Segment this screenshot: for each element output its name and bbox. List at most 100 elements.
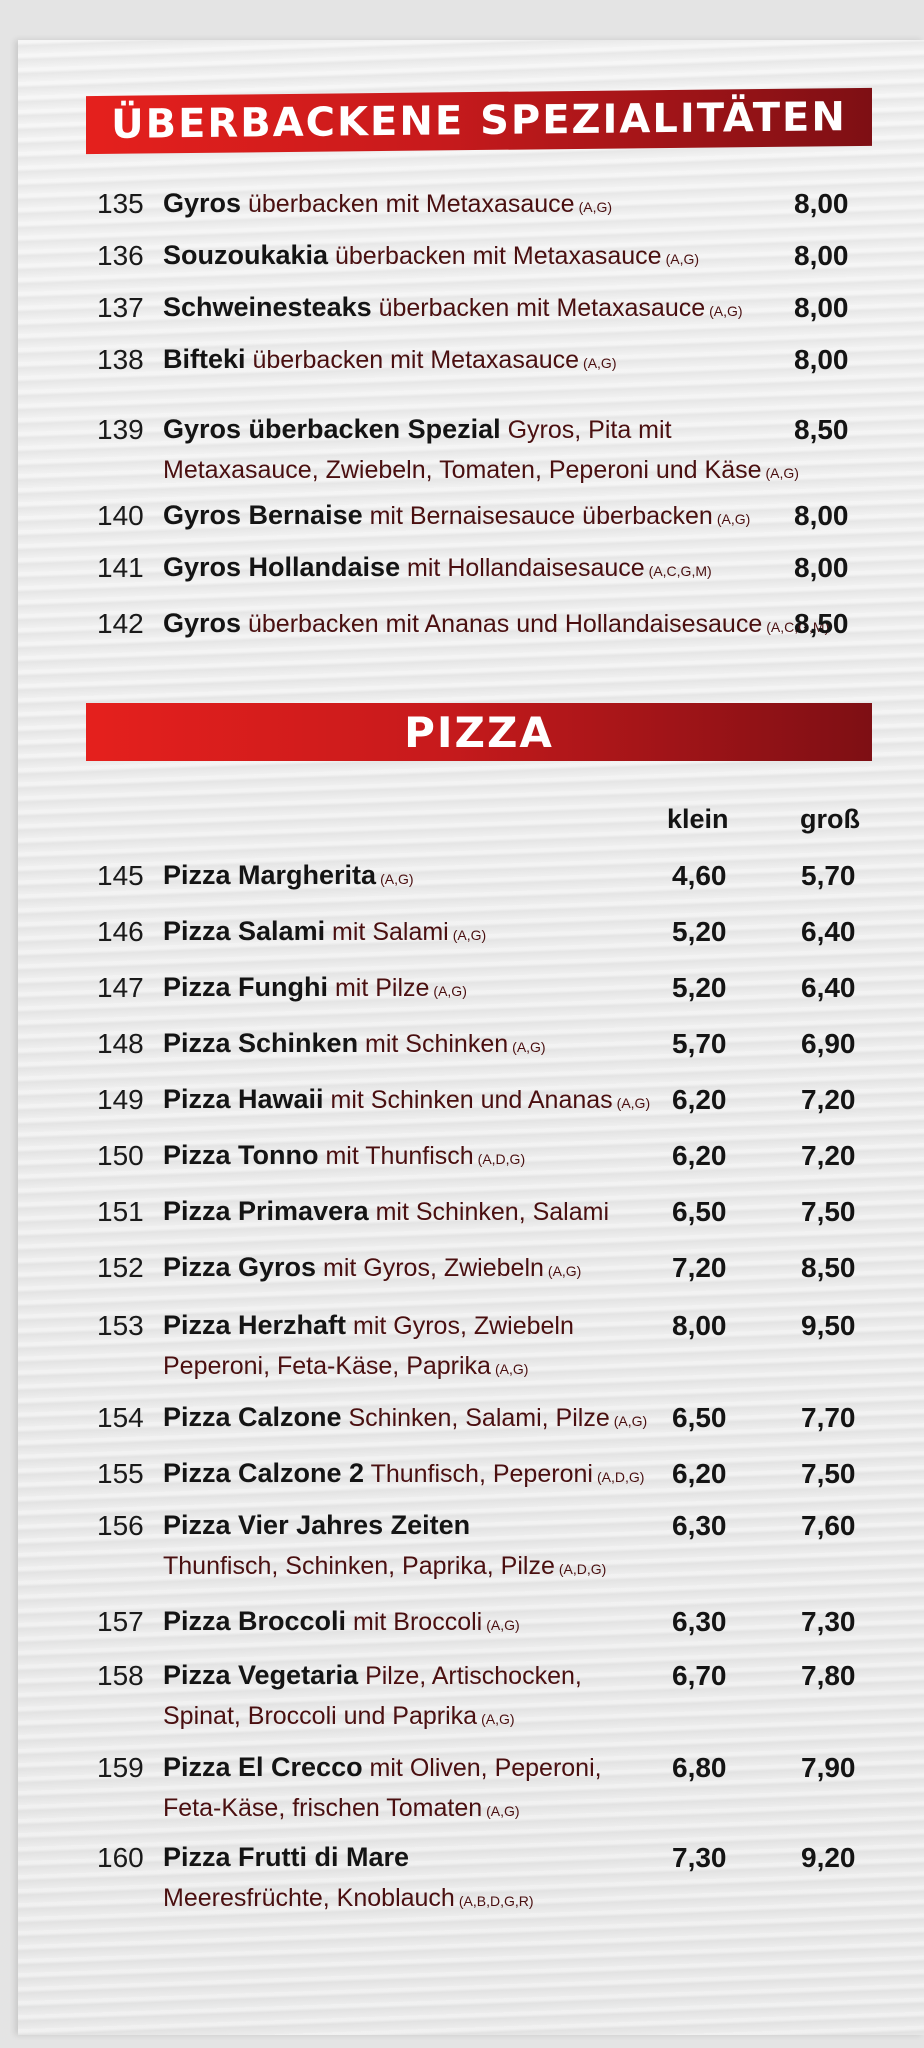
item-allergens: (A,G) (665, 251, 700, 267)
item-number: 150 (97, 1140, 144, 1171)
item-allergens: (A,G) (481, 1711, 515, 1727)
item-name: Gyros (163, 188, 242, 218)
item-description: überbacken mit Metaxasauce (378, 294, 706, 322)
menu-item: 141 Gyros Hollandaise mit Hollandaisesauc… (0, 552, 924, 592)
item-description: überbacken mit Metaxasauce (252, 346, 580, 374)
item-allergens: (A,D,G) (596, 1469, 645, 1485)
item-description-line: Gyros überbacken Spezial Gyros, Pita mit (163, 414, 672, 445)
item-description: mit Oliven, Peperoni, (369, 1754, 602, 1782)
item-price: 8,00 (794, 292, 849, 323)
menu-item: 138 Bifteki überbacken mit Metaxasauce (A,… (0, 344, 924, 384)
price-small: 7,30 (672, 1842, 727, 1873)
item-number: 148 (97, 1028, 144, 1059)
item-price: 8,50 (794, 608, 849, 639)
item-name: Pizza El Crecco (163, 1752, 363, 1782)
item-description: mit Salami (332, 918, 449, 946)
item-description-line: Pizza Frutti di Mare (163, 1842, 409, 1873)
item-name: Pizza Herzhaft (163, 1310, 347, 1340)
item-allergens: (A,G) (578, 199, 613, 215)
item-description: mit Thunfisch (325, 1142, 474, 1170)
item-description: mit Gyros, Zwiebeln (353, 1312, 574, 1340)
price-large: 8,50 (801, 1252, 856, 1283)
item-description-line: Pizza Schinken mit Schinken (A,G) (163, 1028, 546, 1059)
menu-item: 147 Pizza Funghi mit Pilze (A,G) 5,20 6,40 (0, 972, 924, 1012)
item-description-line-2: Spinat, Broccoli und Paprika (A,G) (163, 1702, 515, 1731)
price-small: 6,20 (672, 1084, 727, 1115)
item-description: überbacken mit Ananas und Hollandaisesau… (248, 610, 763, 638)
menu-item: 152 Pizza Gyros mit Gyros, Zwiebeln (A,G) 7… (0, 1252, 924, 1292)
item-number: 137 (97, 292, 144, 323)
price-small: 6,50 (672, 1196, 727, 1227)
menu-item: 146 Pizza Salami mit Salami (A,G) 5,20 6,40 (0, 916, 924, 956)
item-description-line: Pizza Calzone Schinken, Salami, Pilze (A,… (163, 1402, 647, 1433)
item-description-line: Gyros überbacken mit Ananas und Hollanda… (163, 608, 829, 639)
item-allergens: (A,G) (512, 1039, 546, 1055)
price-small: 6,80 (672, 1752, 727, 1783)
item-price: 8,00 (794, 500, 849, 531)
item-name: Gyros (163, 608, 242, 638)
item-number: 140 (97, 500, 144, 531)
menu-item: 137 Schweinesteaks überbacken mit Metaxas… (0, 292, 924, 332)
section-title-specials: ÜBERBACKENE SPEZIALITÄTEN (111, 94, 847, 148)
price-large: 7,50 (801, 1458, 856, 1489)
item-number: 139 (97, 414, 144, 445)
item-description: Pilze, Artischocken, (365, 1662, 582, 1690)
item-name: Pizza Calzone (163, 1402, 342, 1432)
item-description-line: Pizza Salami mit Salami (A,G) (163, 916, 486, 947)
item-description: mit Schinken, Salami (375, 1198, 610, 1226)
item-number: 147 (97, 972, 144, 1003)
item-name: Gyros Bernaise (163, 500, 363, 530)
price-large: 7,50 (801, 1196, 856, 1227)
menu-item: 140 Gyros Bernaise mit Bernaisesauce über… (0, 500, 924, 540)
menu-item: 159 Pizza El Crecco mit Oliven, Peperoni,… (0, 1752, 924, 1822)
item-description-line: Pizza Gyros mit Gyros, Zwiebeln (A,G) (163, 1252, 581, 1283)
price-large: 7,20 (801, 1084, 856, 1115)
item-description-line: Pizza Herzhaft mit Gyros, Zwiebeln (163, 1310, 574, 1341)
item-number: 151 (97, 1196, 144, 1227)
item-name: Gyros überbacken Spezial (163, 414, 501, 444)
item-description-line: Gyros Hollandaise mit Hollandaisesauce (A… (163, 552, 712, 583)
item-description: überbacken mit Metaxasauce (248, 190, 575, 218)
item-description-line-2: Meeresfrüchte, Knoblauch (A,B,D,G,R) (163, 1884, 534, 1913)
item-description-line: Pizza Primavera mit Schinken, Salami (163, 1196, 609, 1227)
item-number: 142 (97, 608, 144, 639)
item-name: Schweinesteaks (163, 292, 372, 322)
item-description-line: Pizza Calzone 2 Thunfisch, Peperoni (A,D,… (163, 1458, 644, 1489)
item-number: 159 (97, 1752, 144, 1783)
price-large: 7,20 (801, 1140, 856, 1171)
item-description-line: Bifteki überbacken mit Metaxasauce (A,G) (163, 344, 617, 375)
item-name: Gyros Hollandaise (163, 552, 401, 582)
item-description-line-2: Feta-Käse, frischen Tomaten (A,G) (163, 1794, 520, 1823)
item-description-line: Pizza Funghi mit Pilze (A,G) (163, 972, 467, 1003)
item-number: 149 (97, 1084, 144, 1115)
menu-item: 149 Pizza Hawaii mit Schinken und Ananas(… (0, 1084, 924, 1124)
price-large: 6,40 (801, 972, 856, 1003)
menu-item: 153 Pizza Herzhaft mit Gyros, Zwiebeln Pep… (0, 1310, 924, 1380)
item-name: Pizza Broccoli (163, 1606, 347, 1636)
item-allergens: (A,G) (709, 303, 743, 319)
item-name: Pizza Frutti di Mare (163, 1842, 410, 1872)
price-small: 6,30 (672, 1606, 727, 1637)
item-number: 152 (97, 1252, 144, 1283)
item-allergens: (A,G) (616, 1095, 651, 1111)
price-large: 9,50 (801, 1310, 856, 1341)
item-description-2: Peperoni, Feta-Käse, Paprika (163, 1352, 491, 1380)
item-number: 141 (97, 552, 144, 583)
item-allergens: (A,G) (486, 1617, 520, 1633)
item-description-line: Pizza Margherita (A,G) (163, 860, 414, 891)
item-name: Pizza Vier Jahres Zeiten (163, 1510, 471, 1540)
item-number: 135 (97, 188, 144, 219)
item-description: mit Broccoli (353, 1608, 483, 1636)
section-banner-specials: ÜBERBACKENE SPEZIALITÄTEN (86, 87, 872, 155)
item-description: Thunfisch, Peperoni (370, 1460, 593, 1488)
item-price: 8,00 (794, 188, 849, 219)
item-allergens: (A,G) (547, 1263, 582, 1279)
item-description: mit Schinken (365, 1030, 509, 1058)
item-description-line: Gyros Bernaise mit Bernaisesauce überbac… (163, 500, 750, 531)
item-description-line: Pizza Tonno mit Thunfisch (A,D,G) (163, 1140, 525, 1171)
item-description-2: Feta-Käse, frischen Tomaten (163, 1794, 483, 1822)
item-description-line-2: Thunfisch, Schinken, Paprika, Pilze (A,D,… (163, 1552, 606, 1581)
item-description: mit Schinken und Ananas (330, 1086, 613, 1114)
item-name: Pizza Hawaii (163, 1084, 324, 1114)
item-description-2: Spinat, Broccoli und Paprika (163, 1702, 478, 1730)
